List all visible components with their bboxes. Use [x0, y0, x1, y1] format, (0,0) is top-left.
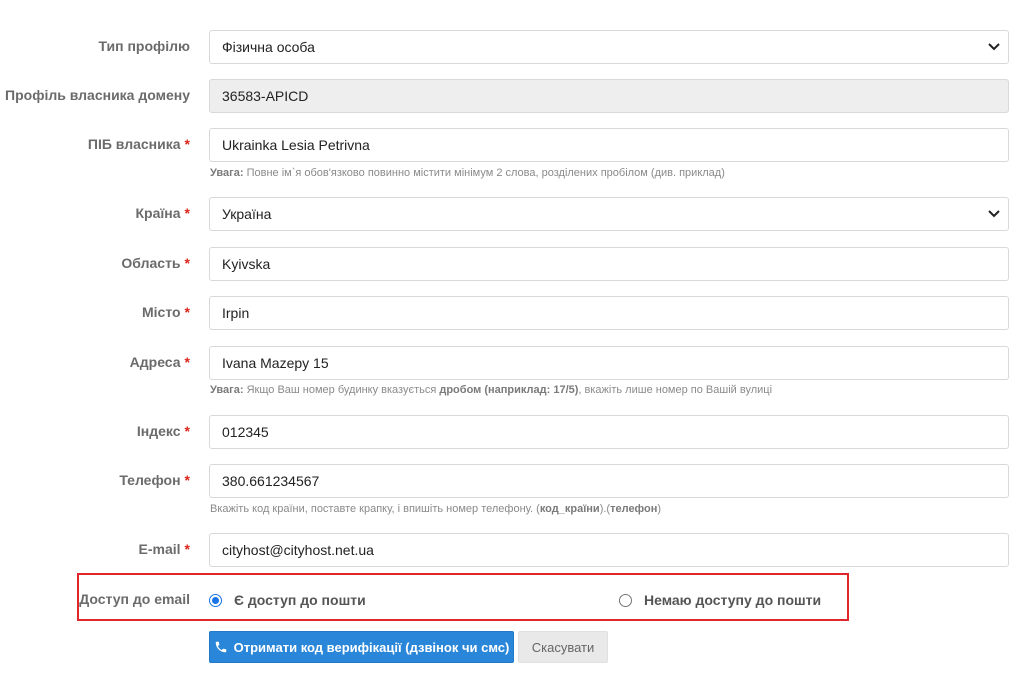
get-verification-code-label: Отримати код верифікації (дзвінок чи смс… [233, 639, 510, 655]
required-marker: * [184, 423, 190, 439]
address-value: Ivana Mazepy 15 [222, 355, 329, 371]
email-access-no-radio[interactable] [619, 593, 632, 607]
phone-hint: Вкажіть код країни, поставте крапку, і в… [210, 503, 662, 515]
email-access-yes-option[interactable]: Є доступ до пошти [209, 592, 366, 608]
profile-type-select[interactable]: Фізична особа [209, 30, 1009, 64]
email-access-no-label: Немаю доступу до пошти [644, 592, 822, 608]
full-name-value: Ukrainka Lesia Petrivna [222, 137, 370, 153]
phone-input[interactable]: 380.661234567 [209, 464, 1009, 498]
required-marker: * [184, 354, 190, 370]
email-value: cityhost@cityhost.net.ua [222, 542, 374, 558]
email-access-no-option[interactable]: Немаю доступу до пошти [619, 592, 821, 608]
phone-label: Телефон * [119, 472, 190, 488]
full-name-input[interactable]: Ukrainka Lesia Petrivna [209, 128, 1009, 162]
address-hint: Увага: Якщо Ваш номер будинку вказується… [210, 384, 773, 396]
required-marker: * [184, 541, 190, 557]
email-label: E-mail * [138, 541, 190, 557]
full-name-hint: Увага: Повне ім`я обов'язково повинно мі… [210, 167, 725, 179]
cancel-button[interactable]: Скасувати [518, 631, 608, 663]
postcode-value: 012345 [222, 424, 269, 440]
email-access-yes-label: Є доступ до пошти [234, 592, 366, 608]
email-input[interactable]: cityhost@cityhost.net.ua [209, 533, 1009, 567]
owner-profile-value: 36583-APICD [222, 88, 309, 104]
owner-profile-field: 36583-APICD [209, 79, 1009, 113]
address-input[interactable]: Ivana Mazepy 15 [209, 346, 1009, 380]
required-marker: * [184, 136, 190, 152]
profile-type-value: Фізична особа [222, 39, 315, 55]
required-marker: * [184, 304, 190, 320]
profile-type-label: Тип профілю [98, 38, 190, 54]
email-access-label: Доступ до email [79, 591, 190, 607]
country-select[interactable]: Україна [209, 197, 1009, 231]
required-marker: * [184, 472, 190, 488]
city-label: Місто * [141, 304, 190, 320]
region-input[interactable]: Kyivska [209, 247, 1009, 281]
country-value: Україна [222, 206, 272, 222]
email-access-yes-radio[interactable] [209, 593, 222, 607]
postcode-label: Індекс * [136, 423, 190, 439]
phone-icon [215, 641, 226, 653]
country-label: Країна * [135, 205, 190, 221]
cancel-label: Скасувати [531, 639, 595, 655]
city-input[interactable]: Irpin [209, 296, 1009, 330]
region-label: Область * [121, 255, 190, 271]
required-marker: * [184, 205, 190, 221]
region-value: Kyivska [222, 256, 271, 272]
chevron-down-icon [988, 210, 1000, 218]
address-label: Адреса * [129, 354, 190, 370]
city-value: Irpin [222, 305, 250, 321]
full-name-label: ПІБ власника * [87, 136, 190, 152]
get-verification-code-button[interactable]: Отримати код верифікації (дзвінок чи смс… [209, 631, 514, 663]
phone-value: 380.661234567 [222, 473, 320, 489]
required-marker: * [184, 255, 190, 271]
owner-profile-label: Профіль власника домену [5, 87, 190, 103]
chevron-down-icon [988, 43, 1000, 51]
postcode-input[interactable]: 012345 [209, 415, 1009, 449]
